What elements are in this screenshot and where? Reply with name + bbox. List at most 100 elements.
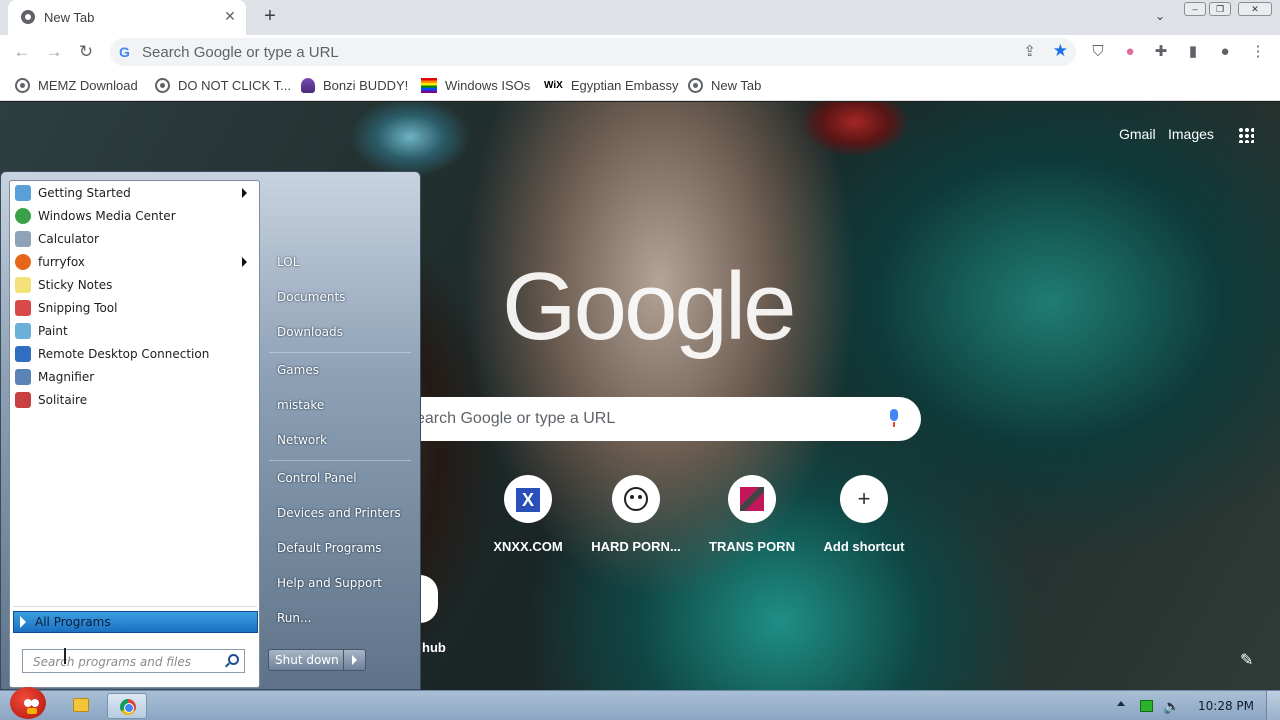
remote-desktop-icon — [15, 346, 31, 362]
start-button[interactable] — [8, 683, 48, 720]
search-box[interactable]: earch Google or type a URL — [400, 397, 921, 441]
shortcut-hard[interactable]: HARD PORN... — [581, 475, 691, 554]
restore-button[interactable]: ❐ — [1209, 2, 1231, 16]
reload-button[interactable]: ↻ — [74, 40, 98, 64]
bookmark-new-tab[interactable]: New Tab — [688, 77, 761, 93]
browser-tab[interactable]: New Tab ✕ — [8, 0, 246, 35]
shortcut-add[interactable]: + Add shortcut — [809, 475, 919, 554]
shortcut-label: XNXX.COM — [493, 539, 563, 554]
taskbar-chrome[interactable] — [107, 693, 147, 719]
forward-button[interactable]: → — [42, 40, 66, 64]
program-label: Sticky Notes — [38, 278, 113, 292]
flag-extension-icon[interactable]: ● — [1120, 42, 1140, 62]
place-mistake[interactable]: mistake — [277, 398, 324, 412]
network-icon[interactable] — [1140, 700, 1153, 712]
tab-search-chevron-icon[interactable]: ⌄ — [1150, 6, 1170, 26]
bookmark-do-not-click[interactable]: DO NOT CLICK T... — [155, 77, 291, 93]
bookmark-label: Windows ISOs — [445, 77, 531, 93]
shutdown-options-arrow-icon[interactable] — [343, 650, 365, 670]
pencil-customize-icon[interactable]: ✎ — [1240, 650, 1253, 670]
start-search-input[interactable]: Search programs and files — [22, 649, 245, 673]
minimize-button[interactable]: – — [1184, 2, 1206, 16]
program-paint[interactable]: Paint — [13, 320, 257, 342]
program-magnifier[interactable]: Magnifier — [13, 366, 257, 388]
close-icon[interactable]: ✕ — [220, 6, 240, 26]
shortcut-label: TRANS PORN — [709, 539, 795, 554]
gmail-link[interactable]: Gmail — [1119, 126, 1156, 142]
place-games[interactable]: Games — [277, 363, 319, 377]
place-lol[interactable]: LOL — [277, 255, 299, 269]
magnifier-icon — [15, 369, 31, 385]
place-documents[interactable]: Documents — [277, 290, 345, 304]
shield-extension-icon[interactable]: ⛉ — [1088, 42, 1108, 62]
bookmark-label: Bonzi BUDDY! — [323, 77, 409, 93]
desktop: New Tab ✕ + ⌄ – ❐ ✕ ← → ↻ G Search Googl… — [0, 0, 1280, 720]
shortcut-trans[interactable]: TRANS PORN — [697, 475, 807, 554]
firefox-icon — [15, 254, 31, 270]
x-logo-icon: X — [516, 488, 540, 512]
place-downloads[interactable]: Downloads — [277, 325, 343, 339]
browser-toolbar: ← → ↻ G Search Google or type a URL ⇪ ★ … — [0, 35, 1280, 69]
shortcut-label: HARD PORN... — [591, 539, 681, 554]
back-button[interactable]: ← — [10, 40, 34, 64]
taskbar-explorer[interactable] — [60, 693, 100, 719]
program-label: furryfox — [38, 255, 85, 269]
bookmark-windows-isos[interactable]: Windows ISOs — [421, 77, 530, 93]
show-desktop-button[interactable] — [1266, 691, 1280, 720]
tab-title: New Tab — [44, 10, 95, 25]
place-default-programs[interactable]: Default Programs — [277, 541, 382, 555]
folder-icon — [73, 698, 89, 712]
shortcut-tile-partial[interactable] — [420, 575, 438, 623]
program-label: Solitaire — [38, 393, 88, 407]
shutdown-button[interactable]: Shut down — [268, 649, 366, 671]
program-remote-desktop[interactable]: Remote Desktop Connection — [13, 343, 257, 365]
program-label: Snipping Tool — [38, 301, 118, 315]
program-snipping-tool[interactable]: Snipping Tool — [13, 297, 257, 319]
place-devices-printers[interactable]: Devices and Printers — [277, 506, 401, 520]
program-furryfox[interactable]: furryfox — [13, 251, 257, 273]
bonzi-icon — [301, 77, 315, 93]
program-sticky-notes[interactable]: Sticky Notes — [13, 274, 257, 296]
all-programs-button[interactable]: All Programs — [13, 611, 258, 633]
share-icon[interactable]: ⇪ — [1023, 42, 1036, 60]
address-bar[interactable]: G Search Google or type a URL ⇪ ★ — [110, 38, 1076, 66]
tray-expand-icon[interactable] — [1117, 701, 1125, 706]
program-getting-started[interactable]: Getting Started — [13, 182, 257, 204]
bookmark-label: New Tab — [711, 77, 762, 93]
place-run[interactable]: Run... — [277, 611, 311, 625]
menu-dots-icon[interactable]: ⋮ — [1248, 42, 1268, 62]
shortcut-xnxx[interactable]: X XNXX.COM — [473, 475, 583, 554]
bookmark-bonzi[interactable]: Bonzi BUDDY! — [301, 77, 408, 93]
program-solitaire[interactable]: Solitaire — [13, 389, 257, 411]
program-calculator[interactable]: Calculator — [13, 228, 257, 250]
bookmark-star-icon[interactable]: ★ — [1053, 41, 1068, 61]
images-link[interactable]: Images — [1168, 126, 1214, 142]
apps-grid-icon[interactable] — [1238, 127, 1254, 143]
place-control-panel[interactable]: Control Panel — [277, 471, 357, 485]
paint-palette-icon — [15, 323, 31, 339]
place-network[interactable]: Network — [277, 433, 327, 447]
shortcut-tile: X — [504, 475, 552, 523]
getting-started-icon — [15, 185, 31, 201]
side-panel-icon[interactable]: ▮ — [1183, 42, 1203, 62]
rainbow-flag-icon — [421, 77, 437, 93]
taskbar: 🔈 10:28 PM — [0, 687, 1280, 720]
extensions-puzzle-icon[interactable]: ✚ — [1151, 42, 1171, 62]
start-menu: Getting Started Windows Media Center Cal… — [0, 171, 421, 690]
search-icon[interactable] — [228, 654, 239, 665]
bookmark-memz[interactable]: MEMZ Download — [15, 77, 138, 93]
chrome-icon — [120, 699, 136, 715]
bookmark-egyptian-embassy[interactable]: WiX Egyptian Embassy — [544, 77, 678, 93]
expand-arrow-icon — [20, 616, 26, 628]
program-windows-media-center[interactable]: Windows Media Center — [13, 205, 257, 227]
new-tab-button[interactable]: + — [258, 4, 282, 28]
window-close-button[interactable]: ✕ — [1238, 2, 1272, 16]
volume-icon[interactable]: 🔈 — [1163, 698, 1180, 715]
profile-avatar-icon[interactable]: ● — [1215, 42, 1235, 62]
calculator-icon — [15, 231, 31, 247]
clock[interactable]: 10:28 PM — [1198, 699, 1254, 713]
microphone-icon[interactable] — [889, 409, 899, 427]
place-help-support[interactable]: Help and Support — [277, 576, 382, 590]
all-programs-label: All Programs — [35, 615, 111, 629]
address-placeholder: Search Google or type a URL — [142, 44, 339, 61]
